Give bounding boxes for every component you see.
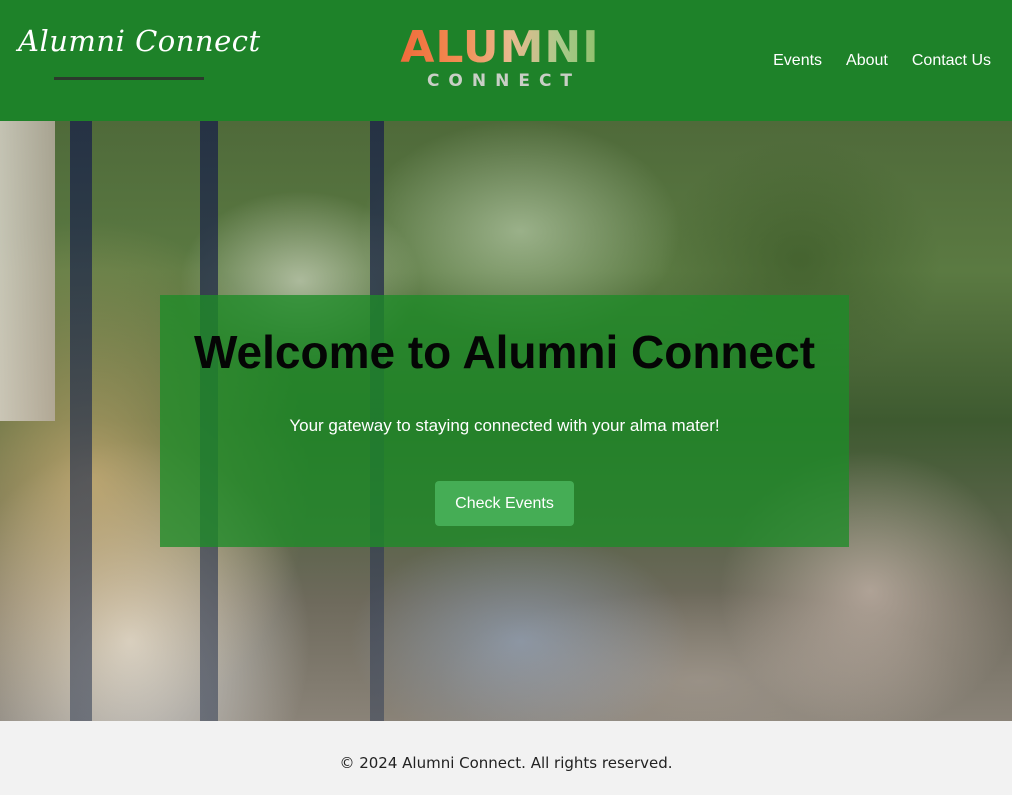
site-header: Alumni Connect ALUMNI CONNECT Events Abo… — [0, 0, 1012, 121]
nav-link-contact-us[interactable]: Contact Us — [912, 52, 991, 70]
check-events-button[interactable]: Check Events — [435, 481, 574, 526]
logo-wordmark-bottom: CONNECT — [426, 71, 582, 91]
brand-underline — [54, 77, 204, 80]
hero-background-photo — [0, 121, 55, 421]
hero-background-pillar — [70, 121, 92, 721]
hero-overlay-card: Welcome to Alumni Connect Your gateway t… — [160, 295, 849, 547]
logo-wordmark-top: ALUMNI — [398, 24, 602, 72]
footer-copyright: © 2024 Alumni Connect. All rights reserv… — [339, 754, 673, 772]
brand-text[interactable]: Alumni Connect — [18, 24, 261, 58]
alumni-connect-logo[interactable]: ALUMNI CONNECT — [398, 24, 602, 96]
hero-subtitle: Your gateway to staying connected with y… — [289, 416, 720, 435]
hero-section: Welcome to Alumni Connect Your gateway t… — [0, 121, 1012, 721]
nav-link-about[interactable]: About — [846, 52, 888, 70]
main-nav: Events About Contact Us — [773, 52, 991, 70]
site-footer: © 2024 Alumni Connect. All rights reserv… — [0, 721, 1012, 795]
nav-link-events[interactable]: Events — [773, 52, 822, 70]
hero-title: Welcome to Alumni Connect — [193, 326, 816, 378]
